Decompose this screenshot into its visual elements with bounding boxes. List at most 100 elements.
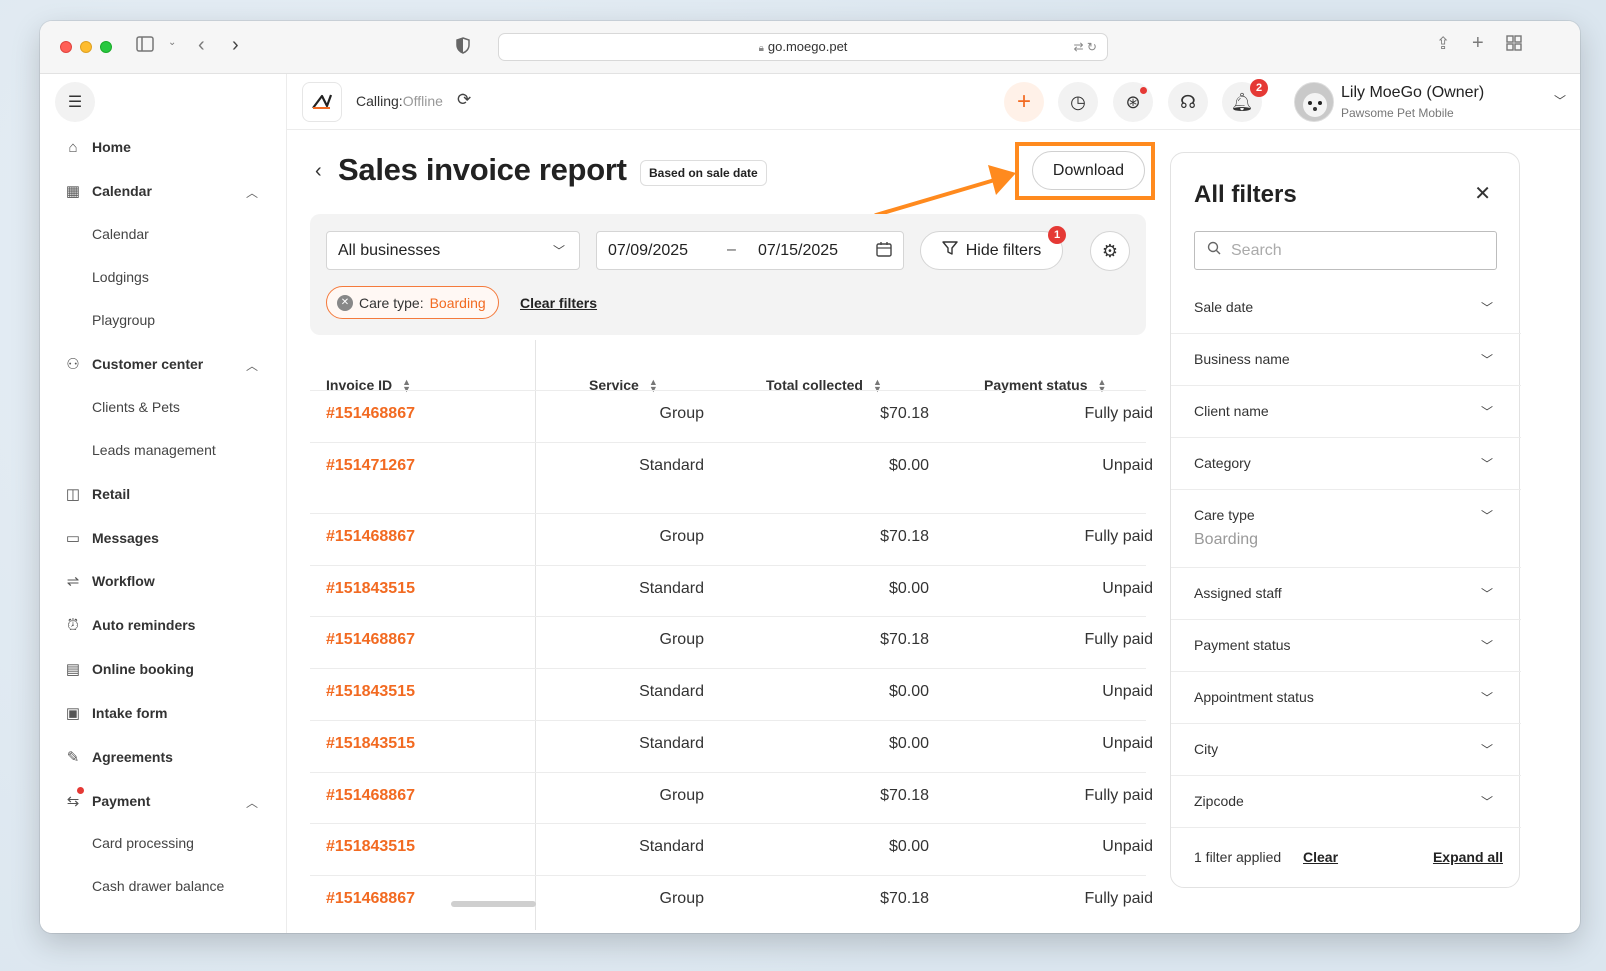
invoice-id-link[interactable]: #151843515 [326,838,415,856]
hide-filters-button[interactable]: Hide filters 1 [920,226,1066,270]
filter-row[interactable]: Zipcode ﹀ [1171,776,1521,828]
minimize-window-button[interactable] [80,41,92,53]
sidebar-item-retail[interactable]: ◫ Retail [64,485,130,503]
tab-overview-icon[interactable] [1506,35,1522,56]
filter-row[interactable]: Care type Boarding ﹀ [1171,490,1521,568]
clear-all-filters-link[interactable]: Clear [1303,849,1338,865]
sidebar-item-label: Messages [92,530,159,546]
chevron-down-icon[interactable]: ﹀ [1481,403,1493,420]
invoice-id-link[interactable]: #151468867 [326,631,415,649]
invoice-id-link[interactable]: #151468867 [326,528,415,546]
chevron-up-icon[interactable]: ︿ [246,184,258,201]
sidebar-toggle-icon[interactable] [136,36,154,57]
chevron-down-icon[interactable]: ﹀ [1481,741,1493,758]
chevron-up-icon[interactable]: ︿ [246,794,258,811]
menu-toggle-button[interactable]: ☰ [55,82,95,122]
sort-icon[interactable]: ▲▼ [649,378,658,394]
back-icon[interactable]: ‹ [198,34,205,57]
care-type-filter-chip[interactable]: ✕ Care type: Boarding [326,286,499,319]
sidebar-item-customer-center[interactable]: ⚇ Customer center [64,355,203,373]
chevron-down-icon[interactable]: ﹀ [1481,507,1493,524]
translate-reload-icon[interactable]: ⇄ ↻ [1074,34,1097,60]
new-tab-icon[interactable]: + [1472,32,1484,55]
business-select[interactable]: All businesses ﹀ [326,231,580,270]
sidebar-item-online-booking[interactable]: ▤ Online booking [64,660,194,678]
sidebar-subitem-calendar[interactable]: Calendar [92,226,149,242]
filter-row[interactable]: Business name ﹀ [1171,334,1521,386]
calendar-icon[interactable] [876,241,892,261]
filter-row[interactable]: City ﹀ [1171,724,1521,776]
sidebar-item-messages[interactable]: ▭ Messages [64,529,159,547]
chevron-down-icon[interactable]: ﹀ [1481,689,1493,706]
maximize-window-button[interactable] [100,41,112,53]
sidebar-item-home[interactable]: ⌂ Home [64,138,130,156]
filter-row[interactable]: Sale date ﹀ [1171,282,1521,334]
filter-row[interactable]: Assigned staff ﹀ [1171,568,1521,620]
calling-status: Calling:Offline [356,93,443,109]
invoice-id-link[interactable]: #151468867 [326,405,415,423]
sidebar-subitem-playgroup[interactable]: Playgroup [92,312,155,328]
chevron-down-icon[interactable]: ﹀ [1481,455,1493,472]
support-button[interactable]: ☊ [1168,82,1208,122]
sidebar-subitem-lodgings[interactable]: Lodgings [92,269,149,285]
notifications-button[interactable]: 🔔︎ 2 [1222,79,1268,122]
chevron-down-icon[interactable]: ﹀ [1481,351,1493,368]
invoice-id-link[interactable]: #151468867 [326,890,415,908]
service-cell: Group [659,890,704,907]
chevron-down-icon[interactable]: ﹀ [1481,793,1493,810]
filter-row[interactable]: Category ﹀ [1171,438,1521,490]
back-arrow-icon[interactable]: ‹ [315,160,322,183]
invoice-id-link[interactable]: #151468867 [326,787,415,805]
close-window-button[interactable] [60,41,72,53]
moego-logo[interactable] [302,82,342,122]
date-from[interactable]: 07/09/2025 [608,242,688,260]
remove-chip-icon[interactable]: ✕ [337,294,353,311]
service-cell: Group [659,405,704,422]
date-range-picker[interactable]: 07/09/2025 – 07/15/2025 [596,231,904,270]
sort-icon[interactable]: ▲▼ [873,378,882,394]
filter-row[interactable]: Client name ﹀ [1171,386,1521,438]
sort-icon[interactable]: ▲▼ [402,378,411,394]
sidebar-subitem-cash-drawer[interactable]: Cash drawer balance [92,878,224,894]
invoice-id-link[interactable]: #151471267 [326,457,415,475]
share-icon[interactable]: ⇪ [1436,34,1450,54]
sort-icon[interactable]: ▲▼ [1097,378,1106,394]
sidebar-subitem-leads[interactable]: Leads management [92,442,216,458]
ai-assistant-button[interactable]: ⊛ [1113,82,1153,122]
sidebar-subitem-clients-pets[interactable]: Clients & Pets [92,399,180,415]
chevron-down-icon[interactable]: ﹀ [1481,585,1493,602]
chevron-up-icon[interactable]: ︿ [246,357,258,374]
invoice-id-link[interactable]: #151843515 [326,580,415,598]
filter-row[interactable]: Payment status ﹀ [1171,620,1521,672]
horizontal-scrollbar[interactable] [451,901,536,907]
chevron-down-icon[interactable]: ⌄ [168,37,176,48]
chevron-down-icon[interactable]: ﹀ [1554,92,1566,109]
invoice-id-link[interactable]: #151843515 [326,735,415,753]
sidebar-subitem-card-processing[interactable]: Card processing [92,835,194,851]
close-icon[interactable]: ✕ [1474,181,1491,206]
chevron-down-icon[interactable]: ﹀ [1481,299,1493,316]
download-button[interactable]: Download [1032,151,1145,190]
sidebar-item-agreements[interactable]: ✎ Agreements [64,748,173,766]
refresh-icon[interactable]: ⟳ [457,90,471,110]
shield-icon[interactable] [456,37,470,59]
forward-icon[interactable]: › [232,34,239,57]
sidebar-item-calendar[interactable]: ▦ Calendar [64,182,152,200]
table-settings-button[interactable]: ⚙︎ [1090,231,1130,271]
expand-all-link[interactable]: Expand all [1433,849,1503,865]
filter-row[interactable]: Appointment status ﹀ [1171,672,1521,724]
sidebar-item-intake-form[interactable]: ▣ Intake form [64,704,168,722]
chevron-down-icon[interactable]: ﹀ [1481,637,1493,654]
sidebar-item-workflow[interactable]: ⇌ Workflow [64,572,155,590]
user-name[interactable]: Lily MoeGo (Owner) [1341,84,1484,102]
history-button[interactable]: ◷ [1058,82,1098,122]
date-to[interactable]: 07/15/2025 [758,242,838,260]
avatar[interactable] [1294,82,1334,122]
filter-search-input[interactable]: Search [1194,231,1497,270]
address-bar[interactable]: 🔒︎ go.moego.pet ⇄ ↻ [498,33,1108,61]
invoice-id-link[interactable]: #151843515 [326,683,415,701]
sidebar-item-payment[interactable]: ⇆ Payment [64,792,151,810]
clear-filters-link[interactable]: Clear filters [520,295,597,311]
quick-add-button[interactable]: + [1004,82,1044,122]
sidebar-item-auto-reminders[interactable]: ⏰︎ Auto reminders [64,616,195,634]
